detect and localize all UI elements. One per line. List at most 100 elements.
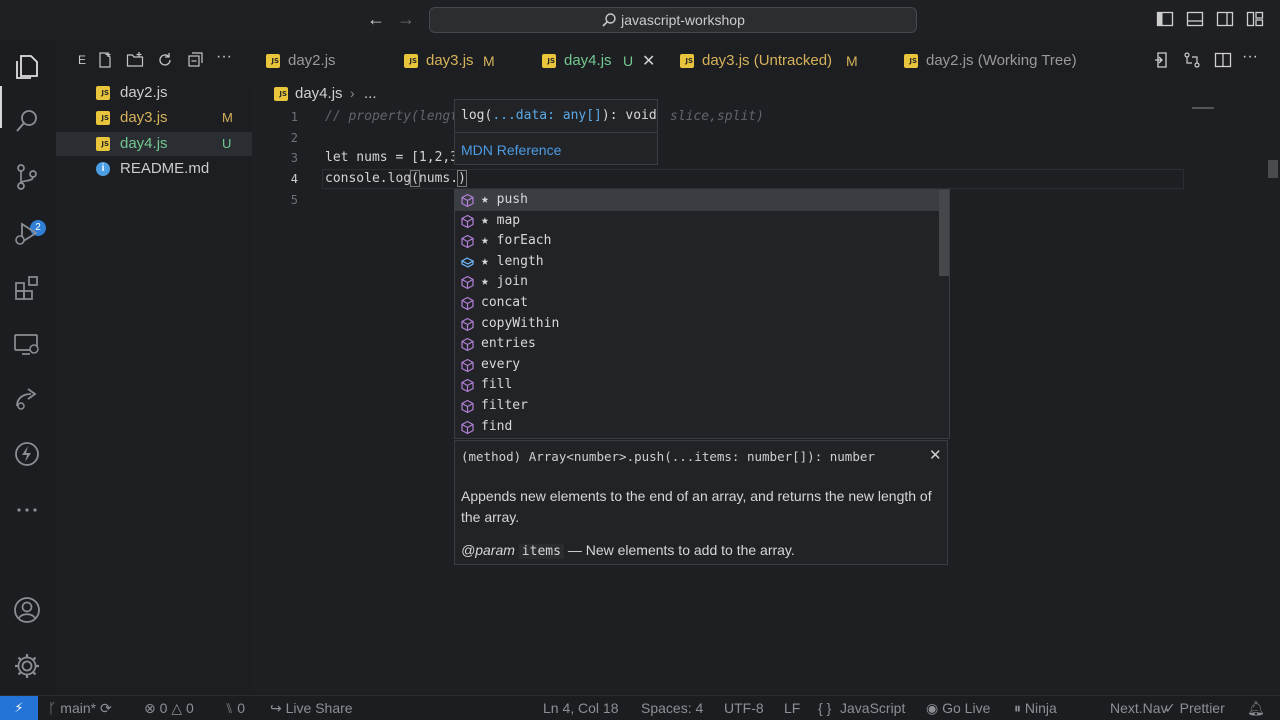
toggle-primary-sidebar-icon[interactable] [1156,10,1174,28]
live-share-status[interactable]: ↪ Live Share [270,700,353,717]
settings-gear-icon[interactable] [12,651,44,683]
suggestion-label: fill [481,377,513,393]
end-of-line[interactable]: LF [784,700,800,716]
more-actions-icon[interactable]: ··· [216,48,234,66]
go-live-status[interactable]: ◉ Go Live [926,700,990,717]
tab-day4[interactable]: JS day4.js U ✕ [528,40,666,82]
notifications-bell-icon[interactable]: 🔔︎ [1247,700,1265,717]
remote-explorer-icon[interactable] [12,329,44,361]
more-views-icon[interactable] [12,495,44,527]
close-tab-icon[interactable]: ✕ [642,51,655,71]
file-name: day2.js [120,84,168,101]
source-control-icon[interactable] [12,162,44,194]
customize-layout-icon[interactable] [1246,10,1264,28]
thunder-client-icon[interactable] [12,439,44,471]
code-object: console [325,171,380,186]
next-nav-status[interactable]: Next.Nav [1110,700,1168,716]
accounts-icon[interactable] [12,595,44,627]
parameter-signature: log(...data: any[]): void [461,108,657,123]
code-comment-tail: slice,split) [670,109,764,124]
remote-indicator-icon[interactable]: ⚡ [0,696,38,720]
mdn-reference-link[interactable]: MDN Reference [461,142,561,158]
search-icon [602,13,616,27]
problems-status[interactable]: ⊗ 0 △ 0 [144,700,194,717]
tab-label: day2.js [288,52,336,69]
suggestion-item[interactable]: copyWithin [455,314,949,335]
code-paren-close: ) [457,170,467,187]
warning-count: 0 [185,700,194,716]
line-number: 4 [290,172,298,186]
tab-day3-untracked[interactable]: JS day3.js (Untracked) M [666,40,890,82]
suggestion-item[interactable]: ★ join [455,272,949,293]
open-changes-icon[interactable] [1153,51,1171,69]
file-item-readme[interactable]: i README.md [56,157,252,181]
code-paren-open: ( [410,170,420,187]
ports-icon: ⑊ [225,700,238,716]
ports-count: 0 [237,700,246,716]
forward-arrow-icon[interactable]: → [396,9,416,29]
back-arrow-icon[interactable]: ← [366,9,386,29]
file-item-day3[interactable]: JS day3.js M [56,106,252,130]
prettier-status[interactable]: ✓ Prettier [1164,700,1225,717]
suggestion-item[interactable]: fill [455,375,949,396]
tab-day3[interactable]: JS day3.js M [390,40,528,82]
editor-scrollbar[interactable] [1268,160,1278,178]
tab-day2-working-tree[interactable]: JS day2.js (Working Tree) [890,40,1120,82]
close-details-icon[interactable]: ✕ [929,446,942,464]
encoding[interactable]: UTF-8 [724,700,764,716]
extensions-icon[interactable] [12,273,44,305]
live-share-icon[interactable] [12,384,44,416]
editor-tabs: JS day2.js JS day3.js M JS day4.js U ✕ J… [252,40,1280,82]
toggle-secondary-sidebar-icon[interactable] [1216,10,1234,28]
code-line-3: let nums = [1,2,3 [325,150,458,165]
method-cube-icon [461,296,474,311]
language-mode[interactable]: JavaScript [840,700,905,716]
collapse-folders-icon[interactable] [186,51,204,69]
suggestion-item[interactable]: filter [455,396,949,417]
indentation[interactable]: Spaces: 4 [641,700,703,716]
suggestion-scrollbar[interactable] [939,190,949,276]
warning-icon: △ [171,700,186,716]
file-item-day4[interactable]: JS day4.js U [56,132,252,156]
js-file-icon: JS [542,54,556,68]
ports-status[interactable]: ⑊ 0 [225,700,245,716]
method-cube-icon [461,317,474,331]
toggle-panel-icon[interactable] [1186,10,1204,28]
js-file-icon: JS [96,86,110,100]
split-editor-icon[interactable] [1214,51,1232,69]
suggestion-item[interactable]: entries [455,334,949,355]
git-status-untracked: U [623,53,634,69]
explorer-icon[interactable] [12,52,44,84]
file-item-day2[interactable]: JS day2.js [56,81,252,105]
suggestion-item[interactable]: ★ length [455,252,949,273]
go-live-label: Go Live [942,700,991,716]
cursor-position[interactable]: Ln 4, Col 18 [543,700,619,716]
refresh-icon[interactable] [156,51,174,69]
suggestion-item[interactable]: ★ map [455,211,949,232]
code-function: log [387,171,412,186]
command-center-search[interactable]: javascript-workshop [429,7,917,33]
breadcrumb-file[interactable]: day4.js [295,85,343,102]
search-icon[interactable] [12,106,44,138]
param-name: items [518,544,564,559]
more-actions-icon[interactable]: ··· [1242,48,1260,66]
braces-icon: { } [818,700,832,716]
compare-changes-icon[interactable] [1183,51,1201,69]
minimap[interactable] [1192,106,1240,110]
run-debug-icon[interactable] [12,218,44,250]
code-line-4: console.log(nums.) [325,170,467,187]
new-folder-icon[interactable] [126,51,144,69]
suggestion-label: ★ map [481,212,521,228]
suggestion-item[interactable]: ★ forEach [455,231,949,252]
new-file-icon[interactable] [96,51,114,69]
suggestion-item[interactable]: find [455,417,949,438]
suggestion-item[interactable]: ★ push [455,190,949,211]
ninja-icon: ⏸ [1014,700,1025,716]
tab-day2[interactable]: JS day2.js [252,40,390,82]
ninja-status[interactable]: ⏸ Ninja [1014,700,1057,717]
suggestion-item[interactable]: every [455,355,949,376]
breadcrumb-symbol[interactable]: ... [364,85,377,102]
branch-status[interactable]: ᚴ main* ⟳ [48,700,112,717]
branch-name: main* [60,700,97,716]
suggestion-item[interactable]: concat [455,293,949,314]
